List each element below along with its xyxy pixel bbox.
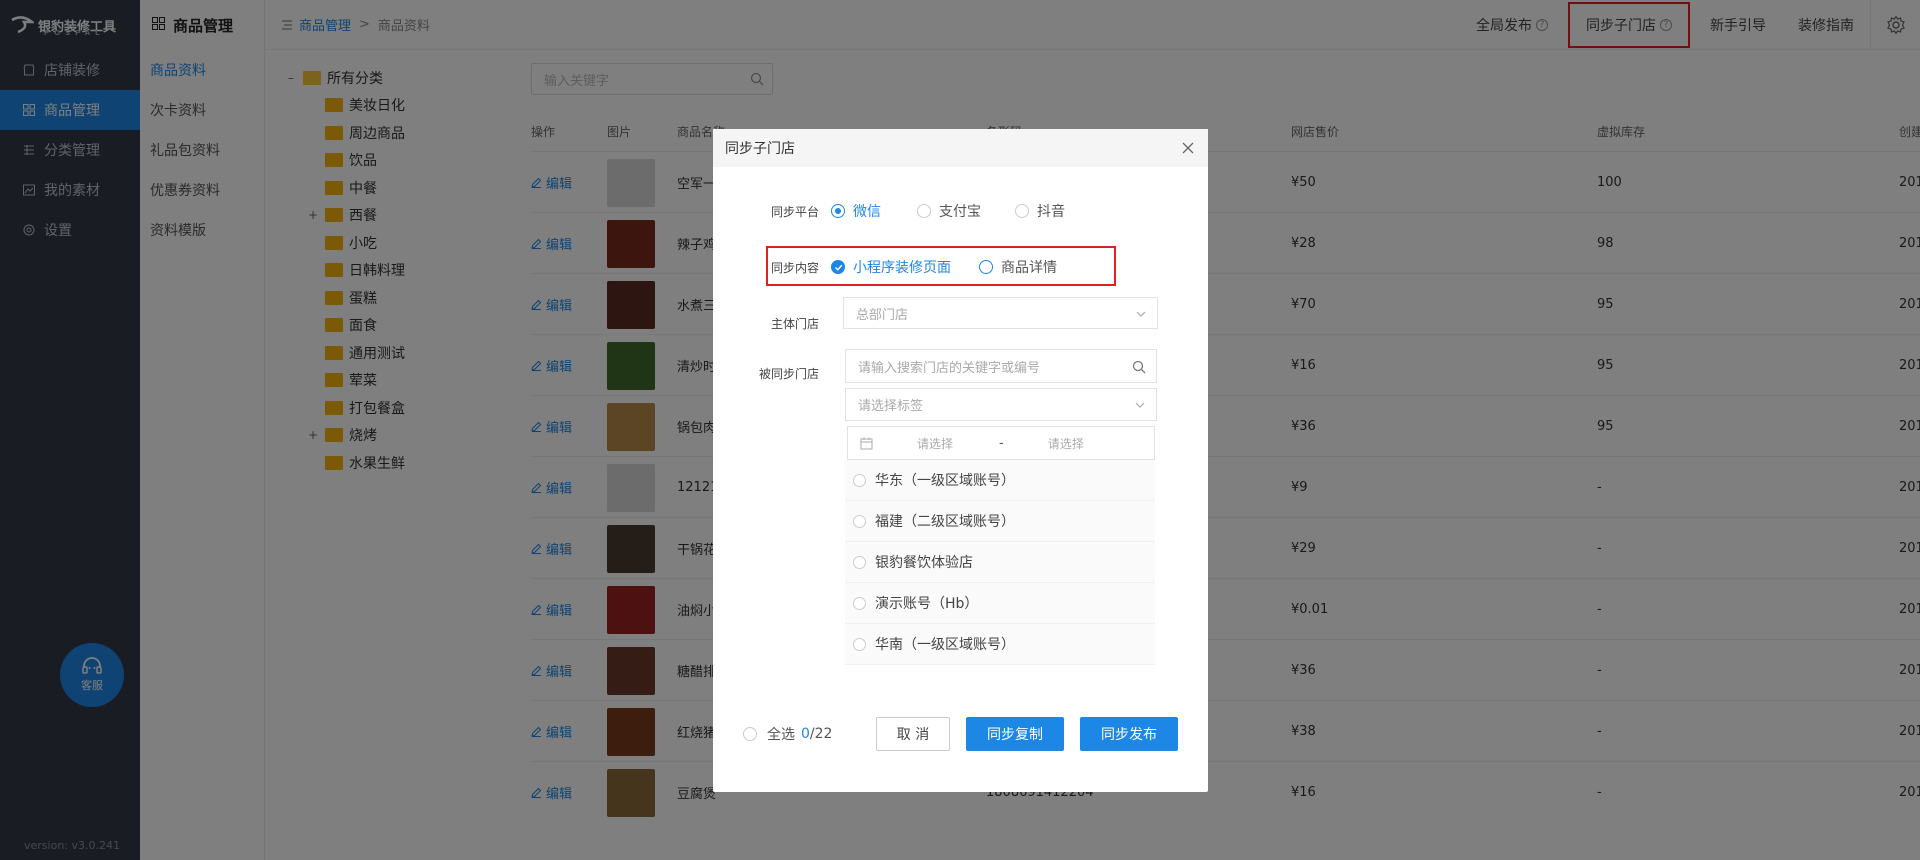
- radio-dot[interactable]: [917, 204, 931, 218]
- dialog-footer: 全选 0 /22 取 消 同步复制 同步发布: [713, 714, 1208, 754]
- chevron-down-icon: [1135, 402, 1145, 408]
- store-list-item[interactable]: 演示账号（Hb）: [845, 583, 1155, 624]
- content-option-label: 小程序装修页面: [853, 260, 951, 276]
- platform-radio[interactable]: 抖音: [1015, 201, 1065, 221]
- sync-substore-dialog: 同步子门店 同步平台 微信 支付宝 抖音 同步内容 小程序装修页面 商品详情 主体门店…: [713, 129, 1208, 792]
- dialog-header: 同步子门店: [713, 129, 1208, 167]
- store-name: 华南（一级区域账号）: [875, 637, 1015, 653]
- content-option-label: 商品详情: [1001, 260, 1057, 276]
- close-icon[interactable]: [1180, 140, 1196, 156]
- store-radio[interactable]: [853, 596, 866, 610]
- select-all-checkbox[interactable]: 全选 0 /22: [743, 724, 832, 744]
- store-name: 华东（一级区域账号）: [875, 473, 1015, 489]
- store-list[interactable]: 华东（一级区域账号） 福建（二级区域账号） 银豹餐饮体验店 演示账号（Hb） 华南（一级…: [845, 460, 1155, 665]
- store-list-item[interactable]: 福建（二级区域账号）: [845, 501, 1155, 542]
- main-store-value: 总部门店: [856, 307, 909, 323]
- content-checkbox[interactable]: 商品详情: [979, 257, 1057, 277]
- sync-copy-button[interactable]: 同步复制: [966, 717, 1064, 751]
- store-search-placeholder: 请输入搜索门店的关键字或编号: [858, 360, 1041, 376]
- platform-radio[interactable]: 支付宝: [917, 201, 981, 221]
- store-list-item[interactable]: 银豹餐饮体验店: [845, 542, 1155, 583]
- search-icon[interactable]: [1132, 360, 1146, 374]
- radio-dot[interactable]: [1015, 204, 1029, 218]
- main-store-select[interactable]: 总部门店: [843, 297, 1158, 329]
- sync-store-label: 被同步门店: [758, 366, 819, 381]
- sync-publish-button[interactable]: 同步发布: [1080, 717, 1178, 751]
- radio-dot[interactable]: [831, 204, 845, 218]
- platform-option-label: 微信: [853, 204, 881, 220]
- platform-radio[interactable]: 微信: [831, 201, 881, 221]
- select-all-radio[interactable]: [743, 727, 757, 741]
- total-count: /22: [809, 726, 833, 742]
- sync-store-row: 被同步门店: [713, 357, 831, 389]
- calendar-icon: [860, 437, 873, 449]
- platform-label: 同步平台: [770, 204, 819, 219]
- store-radio[interactable]: [853, 473, 866, 487]
- date-separator: -: [999, 435, 1004, 451]
- chevron-down-icon: [1136, 311, 1146, 317]
- check-icon[interactable]: [831, 260, 845, 274]
- content-row: 同步内容 小程序装修页面 商品详情: [713, 251, 1085, 283]
- content-label: 同步内容: [770, 260, 819, 275]
- main-store-label: 主体门店: [770, 316, 819, 331]
- checkbox-circle[interactable]: [979, 260, 993, 274]
- selected-count: 0: [801, 726, 810, 742]
- date-start[interactable]: 请选择: [917, 435, 953, 452]
- date-range-picker[interactable]: 请选择 - 请选择: [847, 426, 1155, 460]
- store-name: 银豹餐饮体验店: [875, 555, 973, 571]
- platform-row: 同步平台 微信 支付宝 抖音: [713, 201, 1099, 221]
- store-radio[interactable]: [853, 555, 866, 569]
- store-search-input[interactable]: 请输入搜索门店的关键字或编号: [845, 349, 1157, 383]
- platform-option-label: 抖音: [1037, 204, 1065, 220]
- store-list-item[interactable]: 华南（一级区域账号）: [845, 624, 1155, 665]
- main-store-row: 主体门店: [713, 307, 831, 339]
- content-checkbox[interactable]: 小程序装修页面: [831, 257, 951, 277]
- store-list-item[interactable]: 华东（一级区域账号）: [845, 460, 1155, 501]
- tag-select[interactable]: 请选择标签: [845, 388, 1157, 421]
- date-end[interactable]: 请选择: [1048, 435, 1084, 452]
- store-name: 福建（二级区域账号）: [875, 514, 1015, 530]
- dialog-title: 同步子门店: [725, 141, 795, 157]
- store-name: 演示账号（Hb）: [875, 596, 979, 612]
- store-radio[interactable]: [853, 637, 866, 651]
- platform-option-label: 支付宝: [939, 204, 981, 220]
- select-all-label: 全选: [767, 727, 795, 743]
- cancel-button[interactable]: 取 消: [876, 717, 950, 751]
- tag-placeholder: 请选择标签: [858, 399, 924, 414]
- store-radio[interactable]: [853, 514, 866, 528]
